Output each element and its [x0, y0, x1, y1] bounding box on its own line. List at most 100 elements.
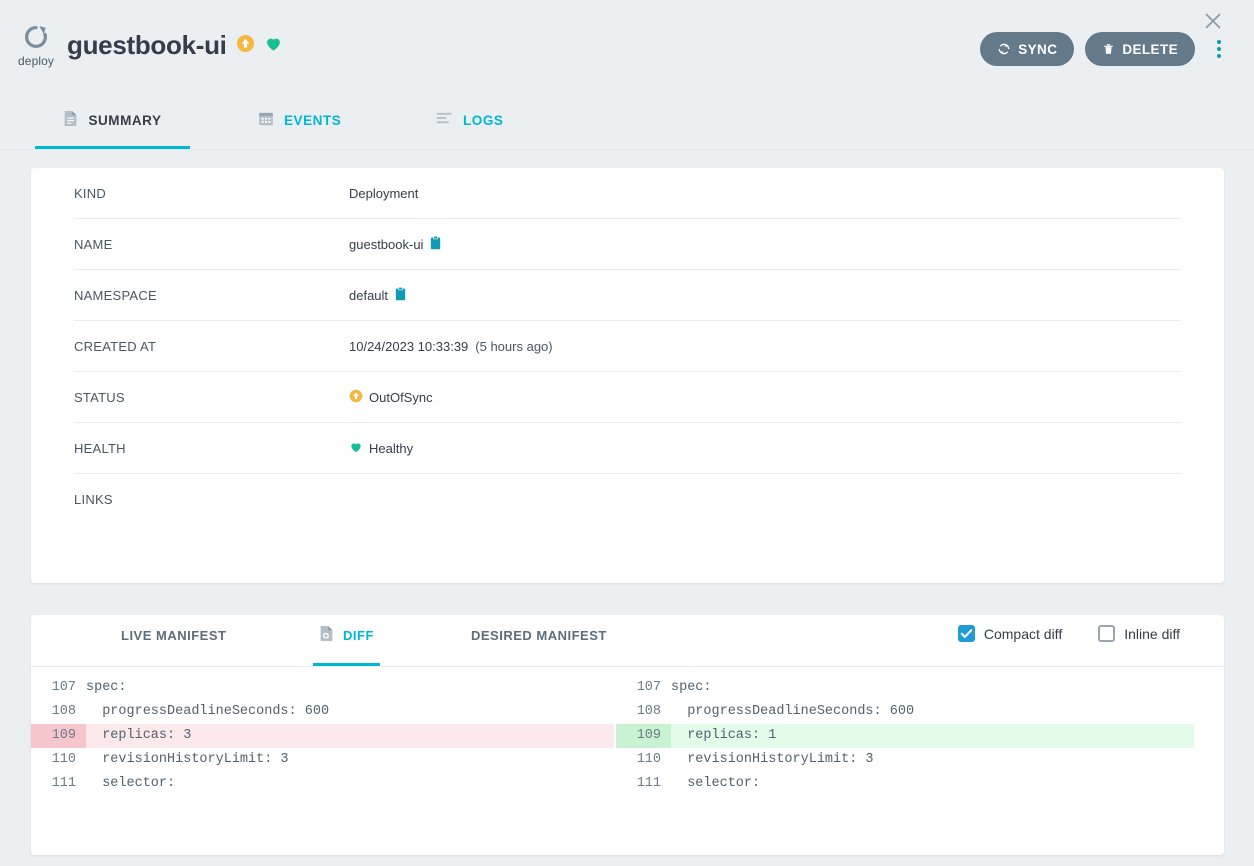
tab-summary[interactable]: SUMMARY: [35, 102, 190, 149]
tab-live-manifest[interactable]: LIVE MANIFEST: [115, 615, 232, 666]
status-badge: OutOfSync: [369, 389, 433, 405]
resource-kind-icon-group: deploy: [14, 22, 58, 68]
diff-pane-left: 110 revisionHistoryLimit: 3: [31, 748, 614, 772]
resource-kind-label: deploy: [18, 54, 54, 68]
copy-icon[interactable]: [395, 286, 406, 304]
main-tabs: SUMMARY EVENTS LOGS: [0, 102, 1254, 150]
more-options-icon[interactable]: [1208, 34, 1230, 64]
tab-diff-label: DIFF: [343, 628, 374, 643]
inline-diff-label: Inline diff: [1124, 625, 1180, 642]
row-value-namespace: default: [349, 286, 406, 304]
tab-desired-manifest[interactable]: DESIRED MANIFEST: [465, 615, 613, 666]
checkbox-checked-icon: [957, 625, 975, 642]
copy-icon[interactable]: [430, 235, 441, 253]
row-key-kind: KIND: [74, 185, 107, 201]
summary-card: KIND Deployment NAME guestbook-ui NAMESP: [31, 168, 1224, 583]
diff-row: 111 selector: 111 selector:: [31, 772, 1224, 796]
inline-diff-checkbox[interactable]: Inline diff: [1098, 625, 1180, 642]
name-value: guestbook-ui: [349, 236, 424, 252]
diff-row-changed: 109 replicas: 3 109 replicas: 1: [31, 724, 1224, 748]
diff-code: progressDeadlineSeconds: 600: [671, 704, 915, 719]
diff-pane-right: 110 revisionHistoryLimit: 3: [616, 748, 1194, 772]
calendar-icon: [258, 110, 274, 132]
page-title: guestbook-ui: [67, 30, 227, 60]
out-of-sync-icon: [349, 389, 363, 406]
diff-row: 107 spec: 107 spec:: [31, 676, 1224, 700]
table-row: STATUS OutOfSync: [74, 372, 1181, 423]
diff-code-added: replicas: 1: [671, 724, 1194, 748]
diff-line-number: 107: [51, 680, 76, 695]
diff-code: spec:: [671, 680, 712, 695]
tab-summary-label: SUMMARY: [88, 113, 162, 128]
summary-table: KIND Deployment NAME guestbook-ui NAMESP: [31, 168, 1224, 525]
diff-code: revisionHistoryLimit: 3: [86, 752, 289, 767]
table-row: LINKS: [74, 474, 1181, 525]
resource-details-panel: deploy guestbook-ui SYNC DELETE SUMMARY …: [0, 0, 1254, 866]
row-value-health: Healthy: [349, 440, 413, 457]
diff-line-number: 109: [31, 724, 86, 748]
sync-refresh-icon: [997, 42, 1011, 56]
diff-line-number: 110: [636, 752, 661, 767]
diff-pane-left: 109 replicas: 3: [31, 724, 614, 748]
diff-line-number: 108: [51, 704, 76, 719]
heart-icon: [349, 440, 363, 457]
diff-code: selector:: [86, 776, 176, 791]
trash-icon: [1102, 42, 1115, 56]
diff-pane-right: 108 progressDeadlineSeconds: 600: [616, 700, 1194, 724]
tab-diff[interactable]: DIFF: [313, 615, 380, 666]
diff-code: selector:: [671, 776, 761, 791]
diff-row: 108 progressDeadlineSeconds: 600 108 pro…: [31, 700, 1224, 724]
diff-line-number: 108: [636, 704, 661, 719]
tab-live-manifest-label: LIVE MANIFEST: [121, 628, 227, 643]
logs-icon: [436, 111, 453, 130]
document-icon: [63, 110, 78, 132]
diff-viewer[interactable]: 107 spec: 107 spec: 108 progressDeadline…: [31, 667, 1224, 796]
tab-events[interactable]: EVENTS: [250, 102, 349, 149]
row-key-created-at: CREATED AT: [74, 338, 157, 354]
created-at-value: 10/24/2023 10:33:39: [349, 338, 469, 354]
kebab-dot: [1217, 54, 1221, 58]
diff-line-number: 111: [636, 776, 661, 791]
table-row: NAME guestbook-ui: [74, 219, 1181, 270]
row-key-links: LINKS: [74, 492, 113, 507]
checkbox-unchecked-icon: [1098, 625, 1116, 642]
sync-button-label: SYNC: [1018, 41, 1058, 57]
row-value-created-at: 10/24/2023 10:33:39 (5 hours ago): [349, 339, 553, 354]
tab-logs[interactable]: LOGS: [428, 102, 511, 149]
row-key-status: STATUS: [74, 389, 125, 405]
row-key-health: HEALTH: [74, 440, 126, 456]
diff-line-number: 110: [51, 752, 76, 767]
table-row: KIND Deployment: [74, 168, 1181, 219]
diff-file-icon: [319, 625, 334, 647]
diff-pane-left: 108 progressDeadlineSeconds: 600: [31, 700, 614, 724]
table-row: NAMESPACE default: [74, 270, 1181, 321]
diff-row: 110 revisionHistoryLimit: 3 110 revision…: [31, 748, 1224, 772]
heart-icon: [264, 34, 283, 58]
delete-button[interactable]: DELETE: [1085, 32, 1195, 66]
row-value-name: guestbook-ui: [349, 235, 441, 253]
diff-pane-right: 111 selector:: [616, 772, 1194, 796]
diff-pane-right: 109 replicas: 1: [616, 724, 1194, 748]
tab-events-label: EVENTS: [284, 113, 342, 128]
row-key-name: NAME: [74, 236, 113, 252]
diff-options: Compact diff Inline diff: [957, 625, 1180, 642]
diff-pane-left: 107 spec:: [31, 676, 614, 700]
diff-pane-right: 107 spec:: [616, 676, 1194, 700]
diff-code-removed: replicas: 3: [86, 724, 614, 748]
manifest-card: LIVE MANIFEST DIFF DESIRED MANIFEST Comp…: [31, 615, 1224, 855]
tab-logs-label: LOGS: [463, 113, 504, 128]
health-badge: Healthy: [369, 440, 414, 456]
kebab-dot: [1217, 40, 1221, 44]
close-icon[interactable]: [1202, 10, 1224, 32]
diff-code: revisionHistoryLimit: 3: [671, 752, 874, 767]
panel-header: deploy guestbook-ui SYNC DELETE: [0, 0, 1254, 96]
namespace-value: default: [349, 287, 389, 303]
diff-line-number: 109: [616, 724, 671, 748]
kind-value: Deployment: [349, 185, 419, 201]
out-of-sync-icon: [236, 34, 255, 58]
diff-line-number: 111: [51, 776, 76, 791]
compact-diff-checkbox[interactable]: Compact diff: [957, 625, 1062, 642]
created-at-relative: (5 hours ago): [475, 338, 553, 354]
sync-button[interactable]: SYNC: [980, 32, 1075, 66]
table-row: CREATED AT 10/24/2023 10:33:39 (5 hours …: [74, 321, 1181, 372]
